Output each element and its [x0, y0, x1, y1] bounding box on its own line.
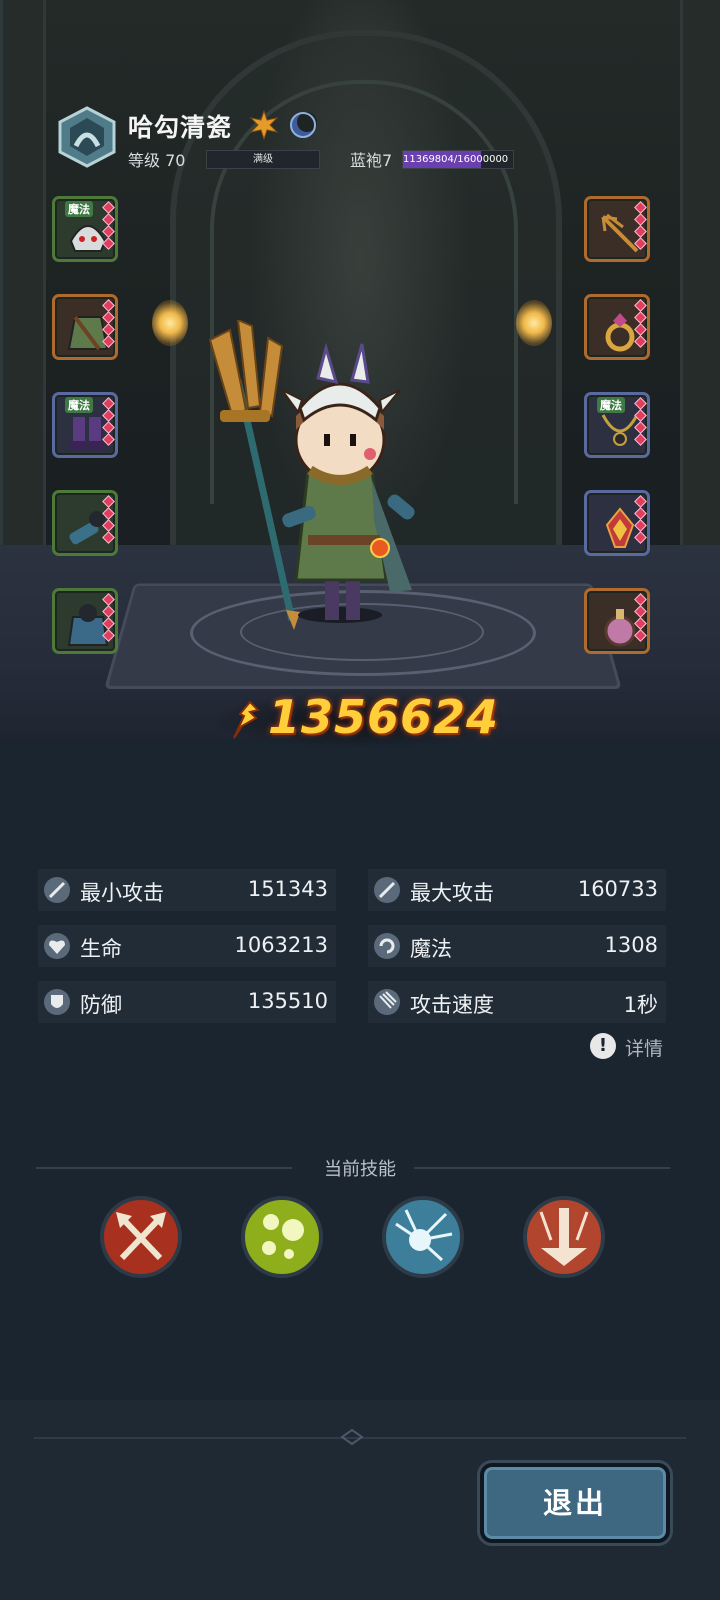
- skills-title: 当前技能: [324, 1159, 396, 1180]
- torch-left-icon: [152, 300, 188, 346]
- gem-slots: [634, 495, 647, 545]
- skill-4[interactable]: [523, 1196, 605, 1278]
- pillar-right: [680, 0, 720, 560]
- equip-slot-gloves[interactable]: [52, 490, 118, 556]
- gem-slots: [102, 495, 115, 545]
- torch-right-icon: [516, 300, 552, 346]
- details-link[interactable]: 详情: [625, 1034, 663, 1061]
- equip-slot-charm[interactable]: [584, 490, 650, 556]
- hero-scene: 哈勾清瓷 等级 70 满级 蓝袍7 11369804/16000000 魔法 魔…: [0, 0, 720, 740]
- gem-slots: [102, 299, 115, 349]
- equip-slot-boots[interactable]: 魔法: [52, 392, 118, 458]
- sword-icon: [44, 877, 70, 903]
- equip-slot-necklace[interactable]: 魔法: [584, 392, 650, 458]
- gem-slots: [634, 299, 647, 349]
- stat-min-attack: 最小攻击 151343: [38, 869, 336, 911]
- stat-attack-speed: 攻击速度 1秒: [368, 981, 666, 1023]
- moon-badge-icon: [290, 112, 317, 138]
- skill-3[interactable]: [382, 1196, 464, 1278]
- speed-claw-icon: [374, 989, 400, 1015]
- equip-slot-weapon[interactable]: [584, 196, 650, 262]
- stat-label: 最大攻击: [410, 881, 494, 905]
- stat-hp: 生命 1063213: [38, 925, 336, 967]
- divider-ornament-icon: [340, 1428, 364, 1446]
- stat-label: 防御: [80, 993, 122, 1017]
- gem-slots: [102, 593, 115, 643]
- rank-label: 蓝袍7: [350, 151, 393, 170]
- sun-badge-icon: [249, 110, 279, 140]
- stat-label: 最小攻击: [80, 881, 164, 905]
- level-label: 等级 70: [128, 151, 186, 170]
- skill-2[interactable]: [241, 1196, 323, 1278]
- exp-bar: 11369804/16000000: [402, 150, 514, 169]
- gem-slots: [634, 593, 647, 643]
- stat-label: 生命: [80, 937, 122, 961]
- crossed-axes-icon: [116, 1212, 166, 1261]
- shield-icon: [44, 989, 70, 1015]
- equip-slot-cape[interactable]: [52, 588, 118, 654]
- stat-defense: 防御 135510: [38, 981, 336, 1023]
- stat-value: 1063213: [234, 933, 328, 957]
- hero-character: [208, 320, 415, 630]
- rank-emblem-icon: [58, 106, 116, 168]
- magic-swirl-icon: [374, 933, 400, 959]
- combat-power-value: 1356624: [268, 690, 500, 744]
- stat-label: 攻击速度: [410, 993, 494, 1017]
- heart-icon: [44, 933, 70, 959]
- stat-label: 魔法: [410, 937, 452, 961]
- equip-slot-helmet[interactable]: 魔法: [52, 196, 118, 262]
- gem-slots: [102, 397, 115, 447]
- stat-value: 151343: [247, 877, 328, 901]
- exp-text: 11369804/16000000: [403, 154, 509, 165]
- gem-slots: [102, 201, 115, 251]
- gem-slots: [634, 397, 647, 447]
- skill-1[interactable]: [100, 1196, 182, 1278]
- level-bar-label: 满级: [253, 154, 273, 165]
- equip-slot-potion[interactable]: [584, 588, 650, 654]
- stat-value: 135510: [247, 989, 328, 1013]
- stat-value: 1308: [604, 933, 658, 957]
- equip-slot-armor[interactable]: [52, 294, 118, 360]
- exit-button[interactable]: 退出: [480, 1463, 670, 1543]
- combat-power-icon: [233, 700, 260, 739]
- sword-strike-icon: [539, 1208, 589, 1266]
- equip-slot-ring[interactable]: [584, 294, 650, 360]
- stat-magic: 魔法 1308: [368, 925, 666, 967]
- details-info-icon[interactable]: !: [590, 1033, 616, 1059]
- stat-value: 1秒: [623, 993, 658, 1017]
- gem-slots: [634, 201, 647, 251]
- hero-name: 哈勾清瓷: [128, 113, 233, 142]
- stat-value: 160733: [577, 877, 658, 901]
- pillar-left: [0, 0, 46, 560]
- ice-burst-icon: [395, 1209, 453, 1262]
- sword-icon: [374, 877, 400, 903]
- stat-max-attack: 最大攻击 160733: [368, 869, 666, 911]
- level-bar: 满级: [206, 150, 320, 169]
- poison-bubbles-icon: [262, 1214, 304, 1259]
